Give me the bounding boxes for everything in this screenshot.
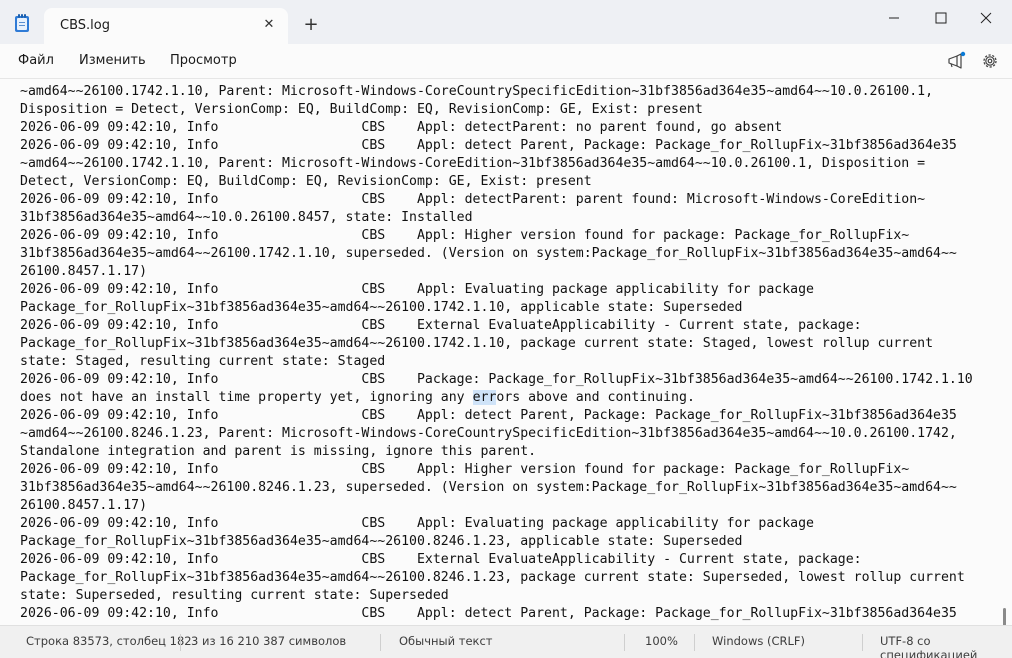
megaphone-icon[interactable] bbox=[946, 51, 966, 71]
menu-edit[interactable]: Изменить bbox=[79, 53, 146, 68]
menu-view[interactable]: Просмотр bbox=[170, 53, 237, 68]
menu-file[interactable]: Файл bbox=[18, 53, 54, 68]
notepad-icon bbox=[15, 14, 29, 32]
editor-line: 2026-06-09 09:42:10, Info CBS Package: P… bbox=[20, 372, 973, 387]
maximize-button[interactable] bbox=[918, 8, 962, 28]
line-text-before-selection: does not have an install time property y… bbox=[20, 390, 473, 405]
editor-line: 2026-06-09 09:42:10, Info CBS Appl: Eval… bbox=[20, 282, 814, 297]
editor-line: Package_for_RollupFix~31bf3856ad364e35~a… bbox=[20, 300, 743, 315]
status-text-format: Обычный текст bbox=[399, 634, 493, 648]
editor-line: 26100.8457.1.17) bbox=[20, 498, 148, 513]
editor-line: Detect, VersionComp: EQ, BuildComp: EQ, … bbox=[20, 174, 592, 189]
status-bar: Строка 83573, столбец 182 3 из 16 210 38… bbox=[0, 625, 1012, 658]
editor-line: does not have an install time property y… bbox=[20, 389, 695, 407]
status-encoding[interactable]: UTF-8 со спецификацией bbox=[880, 634, 1012, 658]
vertical-scrollbar[interactable] bbox=[1003, 608, 1006, 626]
status-divider bbox=[862, 634, 863, 651]
editor-line: ~amd64~~26100.1742.1.10, Parent: Microso… bbox=[20, 84, 934, 99]
status-line-endings[interactable]: Windows (CRLF) bbox=[712, 634, 805, 648]
notepad-window: CBS.log ✕ + Файл Изменить Просмотр ~amd6… bbox=[0, 0, 1012, 658]
editor-line: 2026-06-09 09:42:10, Info CBS Appl: High… bbox=[20, 462, 910, 477]
title-bar: CBS.log ✕ + bbox=[0, 0, 1012, 44]
editor-line: ~amd64~~26100.1742.1.10, Parent: Microso… bbox=[20, 156, 926, 171]
editor-line: ~amd64~~26100.8246.1.23, Parent: Microso… bbox=[20, 426, 957, 441]
status-divider bbox=[380, 634, 381, 651]
close-button[interactable] bbox=[964, 8, 1008, 28]
status-divider bbox=[694, 634, 695, 651]
editor-line: Standalone integration and parent is mis… bbox=[20, 444, 537, 459]
editor-line: state: Staged, resulting current state: … bbox=[20, 354, 386, 369]
status-selection-count: 3 из 16 210 387 символов bbox=[191, 634, 347, 648]
editor-line: 2026-06-09 09:42:10, Info CBS Appl: dete… bbox=[20, 138, 957, 153]
editor-line: 2026-06-09 09:42:10, Info CBS Appl: dete… bbox=[20, 120, 783, 135]
status-zoom[interactable]: 100% bbox=[645, 634, 678, 648]
editor-line: 31bf3856ad364e35~amd64~~10.0.26100.8457,… bbox=[20, 210, 473, 225]
tab-close-icon[interactable]: ✕ bbox=[260, 16, 278, 34]
editor-line: 2026-06-09 09:42:10, Info CBS Appl: dete… bbox=[20, 408, 957, 423]
editor-line: Disposition = Detect, VersionComp: EQ, B… bbox=[20, 102, 703, 117]
gear-icon[interactable] bbox=[980, 51, 1000, 71]
tab-cbs-log[interactable]: CBS.log ✕ bbox=[44, 8, 288, 44]
status-divider bbox=[624, 634, 625, 651]
editor-line: 31bf3856ad364e35~amd64~~26100.8246.1.23,… bbox=[20, 480, 957, 495]
editor-line: 2026-06-09 09:42:10, Info CBS External E… bbox=[20, 552, 862, 567]
editor-line: Package_for_RollupFix~31bf3856ad364e35~a… bbox=[20, 570, 965, 585]
editor-line: 31bf3856ad364e35~amd64~~26100.1742.1.10,… bbox=[20, 246, 957, 261]
editor-line: Package_for_RollupFix~31bf3856ad364e35~a… bbox=[20, 336, 934, 351]
new-tab-button[interactable]: + bbox=[302, 16, 320, 34]
editor-line: state: Superseded, resulting current sta… bbox=[20, 588, 449, 603]
editor-line: 2026-06-09 09:42:10, Info CBS Appl: Eval… bbox=[20, 516, 814, 531]
editor-line: 2026-06-09 09:42:10, Info CBS Appl: dete… bbox=[20, 606, 957, 621]
menu-bar: Файл Изменить Просмотр bbox=[0, 44, 1012, 78]
editor-line: Package_for_RollupFix~31bf3856ad364e35~a… bbox=[20, 534, 743, 549]
status-divider bbox=[180, 634, 181, 651]
tab-title: CBS.log bbox=[60, 18, 110, 33]
editor-line: 2026-06-09 09:42:10, Info CBS Appl: dete… bbox=[20, 192, 926, 207]
editor-line: 2026-06-09 09:42:10, Info CBS External E… bbox=[20, 318, 862, 333]
editor-line: 26100.8457.1.17) bbox=[20, 264, 148, 279]
selected-text: err bbox=[472, 390, 497, 405]
text-editor[interactable]: ~amd64~~26100.1742.1.10, Parent: Microso… bbox=[0, 78, 1012, 626]
status-cursor-position: Строка 83573, столбец 182 bbox=[26, 634, 192, 648]
editor-line: 2026-06-09 09:42:10, Info CBS Appl: High… bbox=[20, 228, 910, 243]
line-text-after-selection: ors above and continuing. bbox=[496, 390, 695, 405]
minimize-button[interactable] bbox=[872, 8, 916, 28]
